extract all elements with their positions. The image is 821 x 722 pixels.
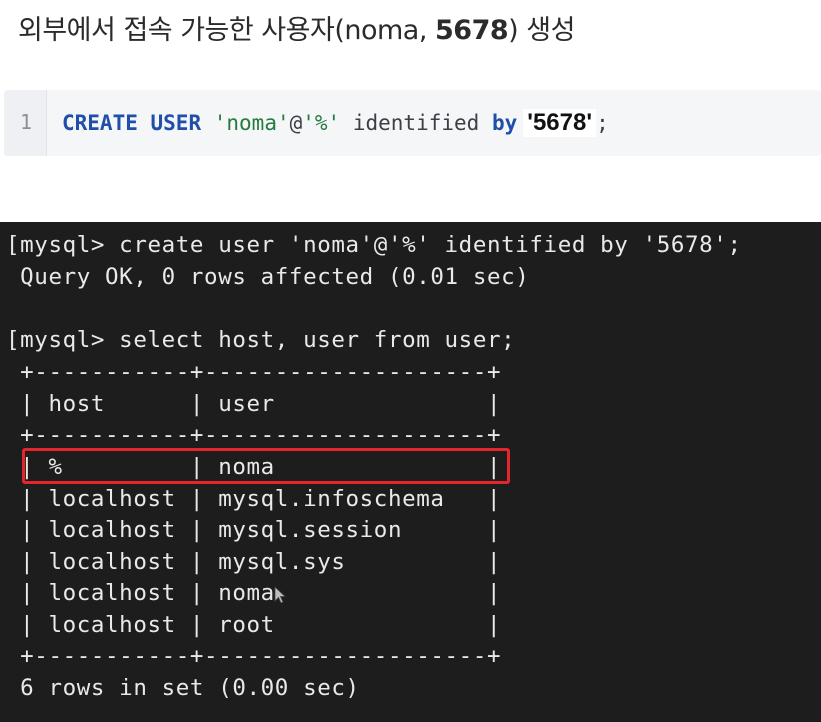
table-row: | localhost | root | bbox=[6, 612, 502, 638]
code-line: CREATE USER 'noma'@'%' identified by '567… bbox=[62, 109, 609, 137]
table-row: | localhost | noma | bbox=[6, 580, 502, 606]
table-row: | localhost | mysql.infoschema | bbox=[6, 486, 502, 512]
at-sign: @ bbox=[289, 111, 303, 135]
table-row: | localhost | mysql.session | bbox=[6, 517, 502, 543]
terminal-line-select-command: [mysql> select host, user from user; bbox=[6, 327, 516, 353]
keyword-by: by bbox=[491, 111, 518, 135]
semicolon: ; bbox=[596, 111, 609, 135]
password-literal: '5678' bbox=[523, 109, 597, 137]
keyword-create: CREATE bbox=[62, 111, 138, 135]
heading-password: 5678 bbox=[435, 15, 509, 46]
host-literal: '%' bbox=[302, 111, 341, 135]
terminal-line-row-count: 6 rows in set (0.00 sec) bbox=[6, 675, 360, 701]
line-number: 1 bbox=[20, 110, 33, 134]
sql-code-block: 1 CREATE USER 'noma'@'%' identified by '5… bbox=[4, 90, 821, 156]
identified-keyword: identified bbox=[352, 111, 480, 135]
user-literal: 'noma' bbox=[213, 111, 290, 135]
table-row: | localhost | mysql.sys | bbox=[6, 549, 502, 575]
page-heading: 외부에서 접속 가능한 사용자(noma, 5678) 생성 bbox=[18, 8, 575, 47]
highlight-box bbox=[22, 448, 510, 484]
mouse-cursor-icon bbox=[274, 586, 287, 604]
table-border-bottom: +-----------+--------------------+ bbox=[6, 643, 502, 669]
table-header-separator: +-----------+--------------------+ bbox=[6, 422, 502, 448]
table-header-row: | host | user | bbox=[6, 391, 502, 417]
mysql-terminal: [mysql> create user 'noma'@'%' identifie… bbox=[0, 222, 821, 722]
keyword-user: USER bbox=[150, 111, 202, 135]
table-border-top: +-----------+--------------------+ bbox=[6, 359, 502, 385]
terminal-line-query-ok: Query OK, 0 rows affected (0.01 sec) bbox=[6, 264, 530, 290]
terminal-line-create-command: [mysql> create user 'noma'@'%' identifie… bbox=[6, 232, 742, 258]
heading-text-after: ) 생성 bbox=[508, 15, 575, 46]
heading-text-before: 외부에서 접속 가능한 사용자(noma, bbox=[18, 15, 436, 46]
